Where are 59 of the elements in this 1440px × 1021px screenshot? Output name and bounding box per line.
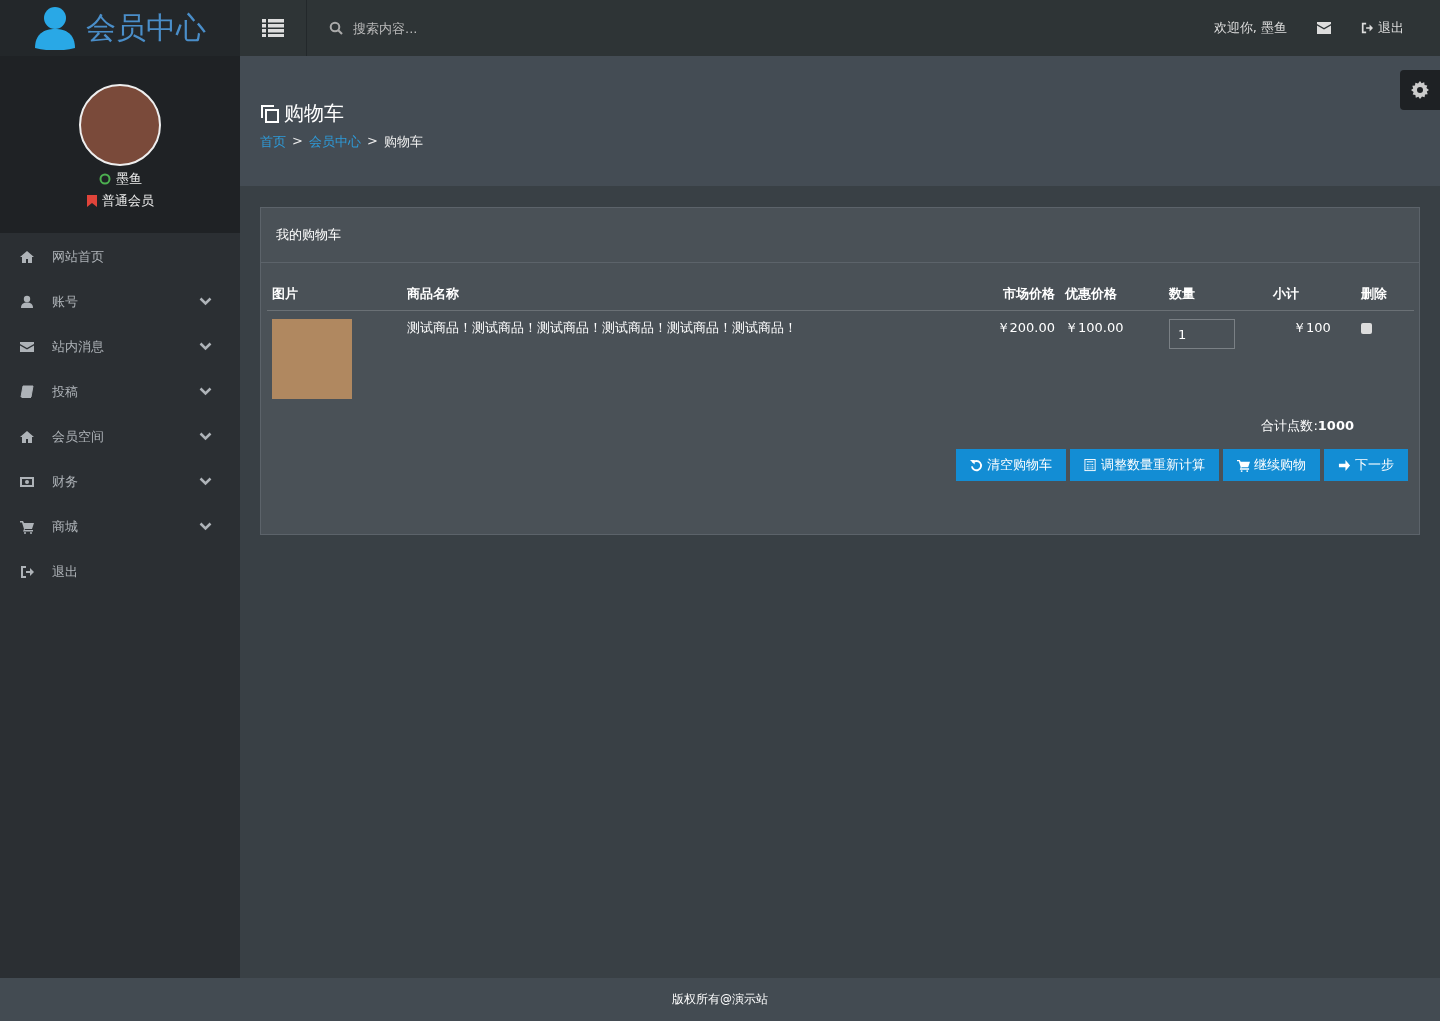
user-name: 墨鱼 bbox=[115, 170, 142, 188]
quantity-field[interactable]: 1 bbox=[1169, 319, 1235, 349]
clear-cart-button[interactable]: 清空购物车 bbox=[956, 449, 1066, 481]
user-logo-icon bbox=[34, 6, 76, 50]
sidebar-item[interactable]: 网站首页 bbox=[0, 234, 240, 279]
user-icon bbox=[20, 294, 34, 309]
home-icon bbox=[20, 249, 34, 264]
product-name: 测试商品！测试商品！测试商品！测试商品！测试商品！测试商品！ bbox=[402, 310, 955, 407]
calculator-icon bbox=[1084, 458, 1097, 472]
sidebar-item[interactable]: 账号 bbox=[0, 279, 240, 324]
breadcrumb-separator: > bbox=[292, 133, 303, 150]
search-icon bbox=[329, 21, 343, 35]
sidebar-item[interactable]: 投稿 bbox=[0, 369, 240, 414]
sidebar-item[interactable]: 站内消息 bbox=[0, 324, 240, 369]
column-header: 小计 bbox=[1268, 275, 1356, 311]
column-header: 优惠价格 bbox=[1060, 275, 1164, 311]
delete-checkbox[interactable] bbox=[1361, 323, 1372, 334]
book-icon bbox=[20, 384, 34, 399]
envelope-icon[interactable] bbox=[1317, 22, 1331, 34]
column-header: 图片 bbox=[267, 275, 402, 311]
logout-link[interactable]: 退出 bbox=[1361, 19, 1404, 37]
column-header: 删除 bbox=[1356, 275, 1414, 311]
settings-button[interactable] bbox=[1400, 70, 1440, 110]
recalculate-button[interactable]: 调整数量重新计算 bbox=[1070, 449, 1219, 481]
panel-title: 我的购物车 bbox=[261, 208, 1419, 263]
copyright-text: 版权所有@演示站 bbox=[672, 991, 768, 1008]
copy-icon bbox=[260, 103, 280, 124]
column-header: 商品名称 bbox=[402, 275, 955, 311]
sidebar-item[interactable]: 会员空间 bbox=[0, 414, 240, 459]
search-field[interactable]: 搜索内容... bbox=[351, 19, 555, 37]
envelope-icon bbox=[20, 339, 34, 354]
member-level: 普通会员 bbox=[101, 192, 154, 210]
settings-icon[interactable] bbox=[1411, 81, 1429, 99]
continue-shopping-button[interactable]: 继续购物 bbox=[1223, 449, 1320, 481]
next-step-button[interactable]: 下一步 bbox=[1324, 449, 1408, 481]
arrow-right-icon bbox=[1338, 458, 1351, 472]
logo-text: 会员中心 bbox=[86, 8, 206, 47]
sidebar-item[interactable]: 退出 bbox=[0, 549, 240, 594]
sidebar-item[interactable]: 商城 bbox=[0, 504, 240, 549]
sidebar-item[interactable]: 财务 bbox=[0, 459, 240, 504]
banknote-icon bbox=[20, 474, 34, 489]
undo-icon bbox=[970, 458, 983, 472]
exit-icon bbox=[1361, 22, 1373, 34]
total-points: 合计点数:1000 bbox=[1261, 418, 1354, 433]
cart-icon bbox=[1237, 458, 1250, 472]
breadcrumb-current: 购物车 bbox=[383, 133, 423, 151]
market-price: ￥200.00 bbox=[955, 310, 1060, 407]
subtotal: ￥100 bbox=[1268, 310, 1356, 407]
exit-icon bbox=[20, 564, 34, 579]
column-header: 数量 bbox=[1164, 275, 1268, 311]
column-header: 市场价格 bbox=[955, 275, 1060, 311]
home-icon bbox=[20, 429, 34, 444]
bookmark-icon bbox=[86, 195, 97, 207]
breadcrumb-separator: > bbox=[366, 133, 378, 150]
cart-icon bbox=[20, 519, 34, 534]
sale-price: ￥100.00 bbox=[1060, 310, 1164, 407]
welcome-text: 欢迎你, 墨鱼 bbox=[1213, 19, 1287, 37]
menu-icon[interactable] bbox=[262, 19, 284, 37]
page-title: 购物车 bbox=[284, 100, 344, 127]
